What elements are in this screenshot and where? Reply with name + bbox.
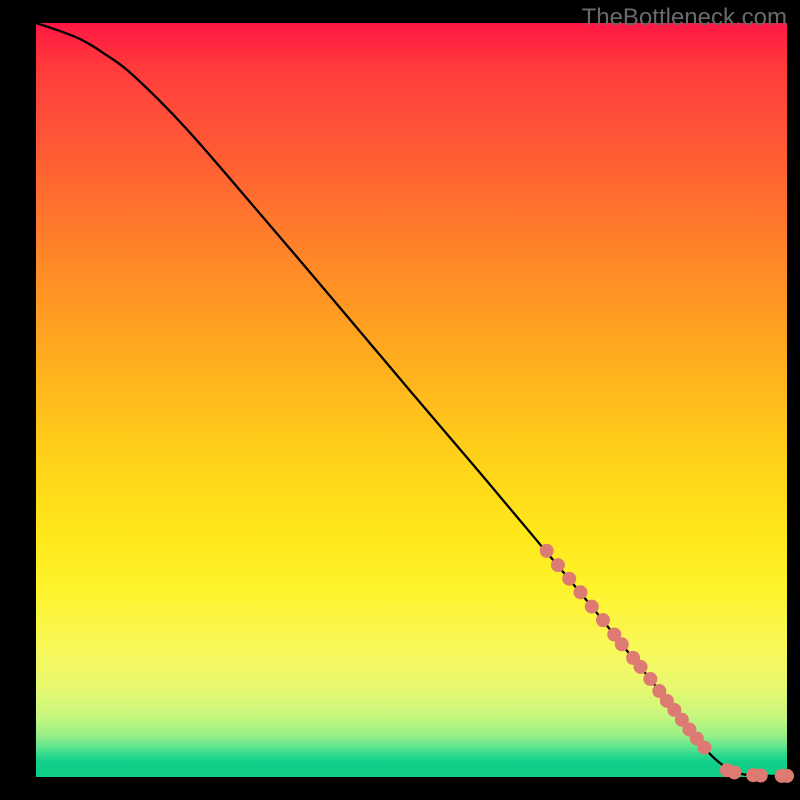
curve-marker	[727, 765, 741, 779]
watermark-text: TheBottleneck.com	[582, 4, 787, 32]
curve-marker	[615, 637, 629, 651]
curve-marker	[585, 600, 599, 614]
plot-area	[36, 23, 787, 777]
curve-marker	[697, 741, 711, 755]
bottleneck-curve	[36, 23, 787, 776]
chart-frame: TheBottleneck.com	[0, 0, 800, 800]
curve-marker	[754, 768, 768, 782]
curve-marker	[573, 585, 587, 599]
curve-marker	[551, 558, 565, 572]
curve-marker	[634, 660, 648, 674]
curve-markers	[540, 544, 794, 783]
curve-marker	[562, 572, 576, 586]
chart-svg	[36, 23, 787, 777]
curve-marker	[540, 544, 554, 558]
curve-marker	[780, 769, 794, 783]
curve-marker	[643, 672, 657, 686]
curve-marker	[596, 613, 610, 627]
